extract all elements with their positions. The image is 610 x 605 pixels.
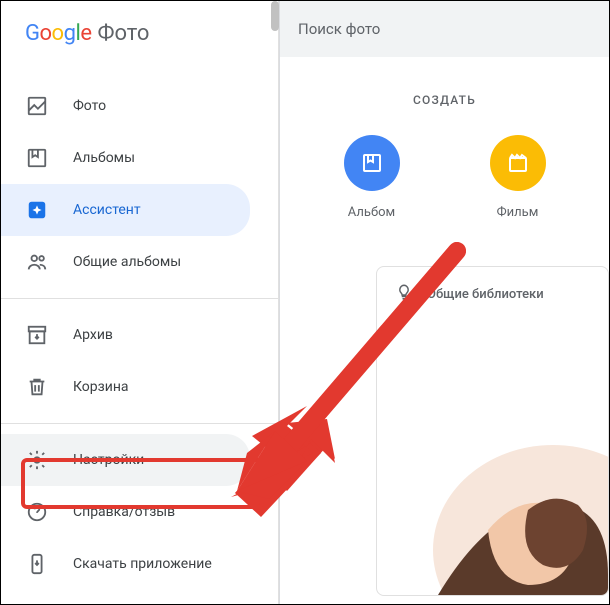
archive-icon bbox=[25, 323, 49, 347]
people-icon bbox=[25, 250, 49, 274]
card-title: Общие библиотеки bbox=[427, 287, 544, 302]
sidebar-item-label: Альбомы bbox=[73, 150, 135, 166]
sidebar-item-assistant[interactable]: Ассистент bbox=[1, 184, 250, 236]
create-movie-label: Фильм bbox=[497, 205, 539, 220]
create-movie-button[interactable]: Фильм bbox=[490, 135, 546, 220]
sidebar-item-label: Ассистент bbox=[73, 202, 141, 218]
shared-libraries-card[interactable]: Общие библиотеки bbox=[376, 266, 609, 596]
download-app-icon bbox=[25, 552, 49, 576]
sidebar-item-download-app[interactable]: Скачать приложение bbox=[1, 538, 250, 590]
divider bbox=[1, 298, 278, 299]
sidebar-item-label: Скачать приложение bbox=[73, 556, 212, 572]
trash-icon bbox=[25, 375, 49, 399]
create-album-button[interactable]: Альбом bbox=[344, 135, 400, 220]
product-name: Фото bbox=[97, 21, 149, 46]
sidebar-item-albums[interactable]: Альбомы bbox=[1, 132, 250, 184]
sidebar-item-label: Настройки bbox=[73, 452, 144, 468]
google-logo: Google bbox=[25, 21, 91, 46]
sidebar-item-archive[interactable]: Архив bbox=[1, 309, 250, 361]
sidebar-item-label: Общие альбомы bbox=[73, 254, 181, 270]
sidebar-item-sharing[interactable]: Общие альбомы bbox=[1, 236, 250, 288]
sidebar-item-label: Справка/отзыв bbox=[73, 504, 175, 520]
sidebar: Google Фото Фото Альбомы Ассис bbox=[1, 1, 279, 604]
sidebar-item-label: Архив bbox=[73, 327, 113, 343]
sidebar-item-photos[interactable]: Фото bbox=[1, 80, 250, 132]
sidebar-item-help[interactable]: Справка/отзыв bbox=[1, 486, 250, 538]
search-input[interactable]: Поиск фото bbox=[280, 1, 609, 57]
sidebar-item-trash[interactable]: Корзина bbox=[1, 361, 250, 413]
movie-icon bbox=[490, 135, 546, 191]
hands-illustration bbox=[378, 375, 609, 596]
album-icon bbox=[344, 135, 400, 191]
sidebar-item-settings[interactable]: Настройки bbox=[1, 434, 250, 486]
main-panel: Поиск фото СОЗДАТЬ Альбом Фильм bbox=[279, 1, 609, 604]
sidebar-item-label: Фото bbox=[73, 98, 106, 114]
nav: Фото Альбомы Ассистент Общие альбомы bbox=[1, 70, 278, 590]
create-heading: СОЗДАТЬ bbox=[280, 93, 609, 107]
image-icon bbox=[25, 94, 49, 118]
bookmark-album-icon bbox=[25, 146, 49, 170]
search-placeholder: Поиск фото bbox=[298, 20, 380, 38]
help-icon bbox=[25, 500, 49, 524]
lightbulb-icon bbox=[395, 283, 413, 305]
create-section: СОЗДАТЬ Альбом Фильм bbox=[280, 57, 609, 234]
create-album-label: Альбом bbox=[348, 205, 395, 220]
scrollbar[interactable] bbox=[271, 1, 279, 31]
assistant-icon bbox=[25, 198, 49, 222]
divider bbox=[1, 423, 278, 424]
logo[interactable]: Google Фото bbox=[1, 1, 278, 70]
gear-icon bbox=[25, 448, 49, 472]
sidebar-item-label: Корзина bbox=[73, 379, 129, 395]
